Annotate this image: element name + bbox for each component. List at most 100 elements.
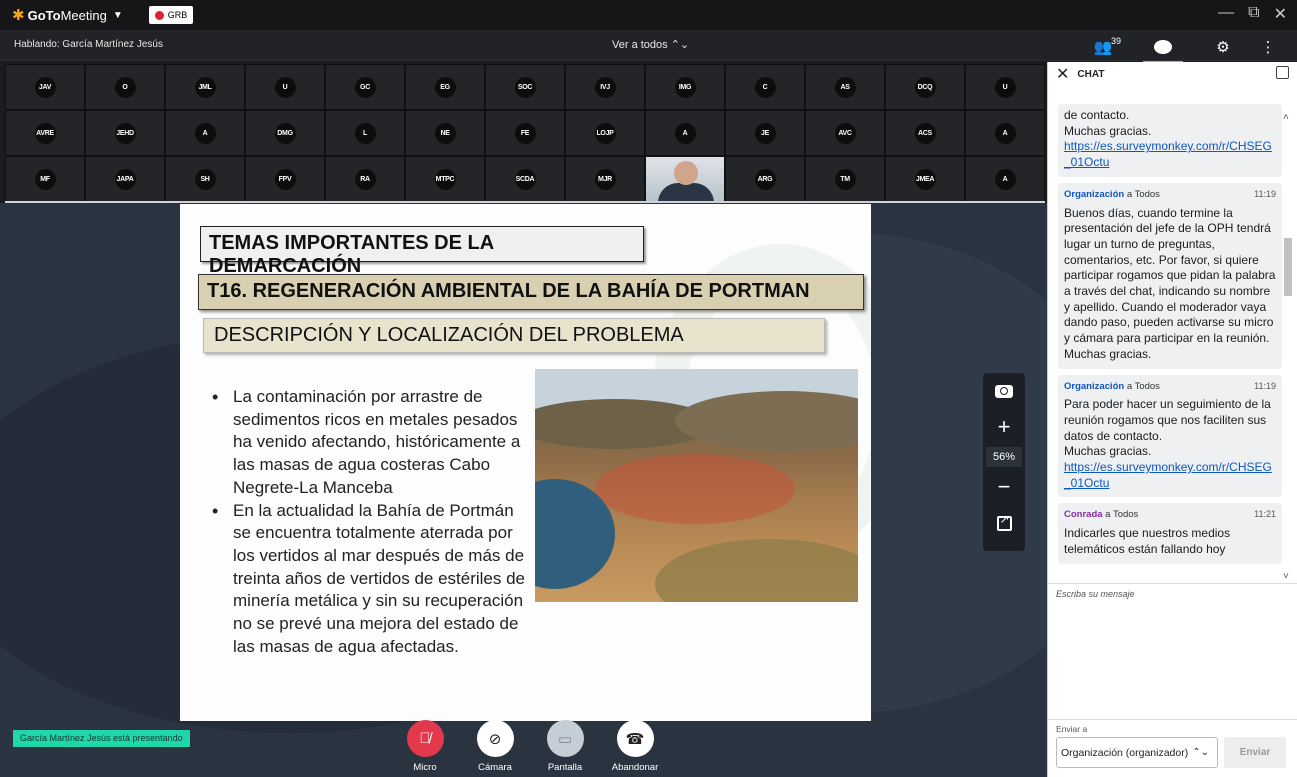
participant-tile[interactable]: JAV — [5, 64, 85, 110]
participant-initials: JAV — [34, 76, 56, 98]
camera-off-button[interactable]: ⊘ — [476, 720, 514, 757]
pop-out-screen-button[interactable] — [983, 505, 1025, 541]
zoom-in-button[interactable]: + — [983, 409, 1025, 445]
scroll-down-icon[interactable]: ˅ — [1283, 571, 1289, 582]
participant-grid: JAV O JML U GC EG SOC IVJ IMG C AS DCQ U AVRE JEHD A DMG… — [5, 64, 1045, 202]
leave-control[interactable]: ☎ Abandonar — [605, 720, 665, 777]
participant-initials: EG — [434, 76, 456, 98]
participant-tile[interactable]: SOC — [485, 64, 565, 110]
slide-title-main: TEMAS IMPORTANTES DE LA DEMARCACIÓN — [200, 226, 644, 277]
pop-out-chat-icon[interactable] — [1276, 66, 1289, 79]
participant-tile[interactable]: NE — [405, 110, 485, 156]
participant-tile[interactable]: ARG — [725, 156, 805, 202]
plus-icon: + — [997, 414, 1011, 439]
chat-timestamp: 11:19 — [1254, 380, 1276, 391]
participant-initials: IVJ — [594, 76, 616, 98]
app-menu[interactable]: ✱ GoTo Meeting ▼ — [12, 6, 123, 24]
participant-tile[interactable]: LOJP — [565, 110, 645, 156]
participant-tile[interactable]: AVRE — [5, 110, 85, 156]
participant-initials: LOJP — [594, 122, 616, 144]
mic-muted-button[interactable]: 🎙̸ — [406, 720, 444, 757]
participant-tile[interactable]: O — [85, 64, 165, 110]
chat-sender: Organización — [1064, 380, 1125, 392]
screen-control[interactable]: ▭ Pantalla — [535, 720, 595, 777]
participant-tile[interactable]: DMG — [245, 110, 325, 156]
presenter-video-head — [674, 161, 698, 185]
participant-tile[interactable]: IVJ — [565, 64, 645, 110]
leave-button[interactable]: ☎ — [616, 720, 654, 757]
participant-initials: SH — [194, 168, 216, 190]
participant-tile[interactable]: A — [965, 156, 1045, 202]
chat-title: CHAT — [1077, 68, 1105, 80]
chat-toggle-button[interactable] — [1133, 35, 1193, 64]
participant-tile[interactable]: FPV — [245, 156, 325, 202]
participant-tile[interactable]: JAPA — [85, 156, 165, 202]
chevron-down-icon: ▼ — [112, 9, 123, 21]
participant-initials: U — [994, 76, 1016, 98]
app-name-bold: GoTo — [27, 7, 61, 23]
scroll-up-icon[interactable]: ˄ — [1283, 112, 1289, 123]
scroll-thumb[interactable] — [1284, 238, 1292, 296]
recipient-select[interactable]: Organización (organizador) ⌃⌄ — [1056, 737, 1218, 768]
participant-tile[interactable]: L — [325, 110, 405, 156]
participant-tile[interactable]: JMEA — [885, 156, 965, 202]
restore-button[interactable]: ⧉ — [1248, 4, 1259, 24]
participant-tile[interactable]: JEHD — [85, 110, 165, 156]
participant-initials: MJR — [594, 168, 616, 190]
screen-share-button[interactable]: ▭ — [546, 720, 584, 757]
slide-title-topic: T16. REGENERACIÓN AMBIENTAL DE LA BAHÍA … — [198, 274, 864, 310]
participant-initials: AS — [834, 76, 856, 98]
screenshot-button[interactable] — [983, 373, 1025, 409]
send-button[interactable]: Enviar — [1224, 737, 1286, 768]
close-window-button[interactable]: ✕ — [1274, 4, 1287, 24]
participant-tile[interactable]: AVC — [805, 110, 885, 156]
participant-tile[interactable]: JML — [165, 64, 245, 110]
chat-message: Organización a Todos 11:19 Para poder ha… — [1058, 374, 1282, 498]
zoom-out-button[interactable]: − — [983, 469, 1025, 505]
chat-message: Conrada a Todos 11:21 Indicarles que nue… — [1058, 503, 1282, 564]
participant-tile[interactable]: AS — [805, 64, 885, 110]
recording-badge[interactable]: GRB — [148, 6, 194, 24]
participant-tile[interactable]: TM — [805, 156, 885, 202]
participant-tile[interactable]: U — [245, 64, 325, 110]
participant-tile[interactable]: MTPC — [405, 156, 485, 202]
mic-label: Micro — [413, 762, 437, 773]
chat-scrollbar[interactable]: ˄ ˅ — [1283, 112, 1293, 582]
participant-tile[interactable]: RA — [325, 156, 405, 202]
participant-tile[interactable]: GC — [325, 64, 405, 110]
participant-tile[interactable]: U — [965, 64, 1045, 110]
chat-timestamp: 11:21 — [1254, 509, 1276, 520]
chat-compose-field[interactable]: Escriba su mensaje — [1048, 583, 1297, 719]
participant-tile[interactable]: A — [645, 110, 725, 156]
participant-tile[interactable]: MF — [5, 156, 85, 202]
participant-tile[interactable]: C — [725, 64, 805, 110]
chat-message-link[interactable]: https://es.surveymonkey.com/r/CHSEG_01Oc… — [1064, 460, 1272, 490]
chat-message-header: Conrada a Todos 11:21 — [1064, 507, 1276, 523]
presenter-badge: García Martínez Jesús está presentando — [13, 730, 190, 747]
participant-tile[interactable]: SCDA — [485, 156, 565, 202]
participant-tile[interactable]: EG — [405, 64, 485, 110]
close-chat-button[interactable]: ✕ — [1056, 64, 1069, 84]
chat-message-link[interactable]: https://es.surveymonkey.com/r/CHSEG_01Oc… — [1064, 139, 1272, 169]
participant-video-tile[interactable] — [645, 156, 725, 202]
participant-tile[interactable]: A — [165, 110, 245, 156]
chat-message-body: Indicarles que nuestros medios telemátic… — [1064, 526, 1231, 556]
participant-tile[interactable]: JE — [725, 110, 805, 156]
participant-tile[interactable]: ACS — [885, 110, 965, 156]
chat-recipient: a Todos — [1102, 509, 1139, 521]
participant-tile[interactable]: FE — [485, 110, 565, 156]
minimize-button[interactable]: — — [1218, 4, 1234, 24]
chat-sender: Conrada — [1064, 509, 1103, 521]
attendees-button[interactable]: 👥 39 — [1073, 35, 1133, 59]
participant-tile[interactable]: IMG — [645, 64, 725, 110]
participant-tile[interactable]: A — [965, 110, 1045, 156]
participant-tile[interactable]: MJR — [565, 156, 645, 202]
participant-tile[interactable]: DCQ — [885, 64, 965, 110]
more-options-button[interactable]: ⋮ — [1253, 35, 1283, 59]
settings-button[interactable]: ⚙ — [1193, 35, 1253, 59]
participant-tile[interactable]: SH — [165, 156, 245, 202]
view-all-dropdown[interactable]: Ver a todos ⌃⌄ — [612, 38, 689, 51]
mic-control[interactable]: 🎙̸ Micro — [395, 720, 455, 777]
chat-messages[interactable]: de contacto. Muchas gracias. https://es.… — [1048, 100, 1297, 584]
camera-control[interactable]: ⊘ Cámara — [465, 720, 525, 777]
